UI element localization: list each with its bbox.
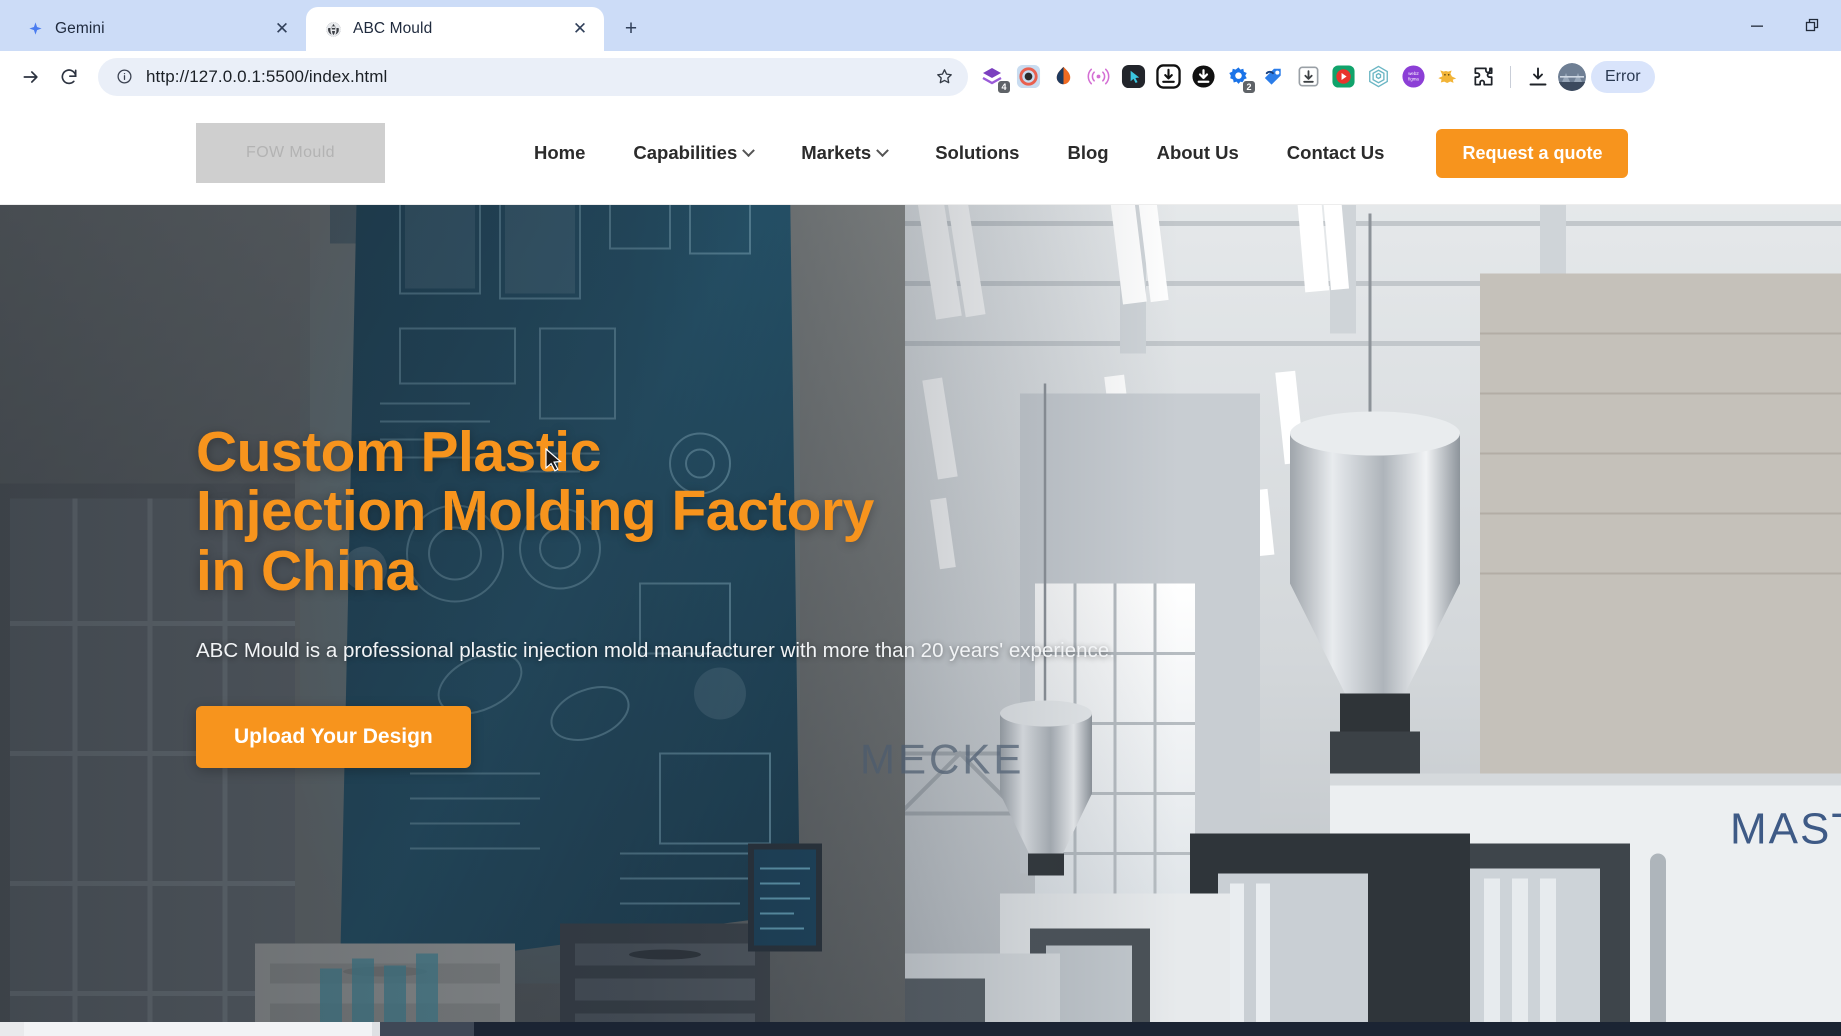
request-quote-button[interactable]: Request a quote	[1436, 128, 1629, 178]
tab-strip: Gemini ✕ ABC Mould ✕ +	[0, 0, 1841, 51]
nav-label: Solutions	[935, 142, 1020, 163]
extension-dark-cursor-icon[interactable]	[1118, 62, 1148, 92]
main-navigation: Home Capabilities Markets Solutions Blog	[510, 128, 1629, 178]
extension-teal-polygon-icon[interactable]	[1363, 62, 1393, 92]
nav-item-solutions[interactable]: Solutions	[911, 142, 1043, 164]
restore-icon[interactable]	[1785, 0, 1841, 51]
browser-tab-abc-mould[interactable]: ABC Mould ✕	[306, 7, 604, 51]
url-text[interactable]: http://127.0.0.1:5500/index.html	[146, 67, 920, 87]
extension-broadcast-waves-icon[interactable]	[1083, 62, 1113, 92]
close-icon[interactable]: ✕	[270, 17, 294, 41]
extension-green-play-icon[interactable]	[1328, 62, 1358, 92]
hero-section: MAST SYD	[0, 205, 1841, 1022]
mouse-cursor	[545, 447, 564, 479]
page-viewport: FOW Mould Home Capabilities Markets Solu…	[0, 102, 1841, 1022]
nav-item-capabilities[interactable]: Capabilities	[609, 142, 777, 164]
extension-video-downloader-icon[interactable]	[1153, 62, 1183, 92]
nav-item-blog[interactable]: Blog	[1043, 142, 1132, 164]
reload-icon[interactable]	[52, 60, 86, 94]
close-icon[interactable]: ✕	[568, 17, 592, 41]
browser-window: Gemini ✕ ABC Mould ✕ + http://127.0.0.1:…	[0, 0, 1841, 1022]
bookmark-star-icon[interactable]	[930, 63, 958, 91]
forward-arrow-icon[interactable]	[14, 60, 48, 94]
globe-icon	[324, 20, 343, 39]
svg-text:figma: figma	[1408, 76, 1419, 81]
tab-title: Gemini	[55, 20, 105, 37]
taskbar-window-preview[interactable]	[24, 1022, 372, 1036]
extension-download-arrow-icon[interactable]	[1188, 62, 1218, 92]
nav-label: Markets	[801, 142, 872, 163]
extension-badge: 2	[1242, 79, 1256, 94]
site-logo[interactable]: FOW Mould	[196, 123, 385, 183]
error-status-chip[interactable]: Error	[1591, 60, 1655, 93]
os-taskbar	[0, 1022, 1841, 1036]
browser-toolbar: http://127.0.0.1:5500/index.html 4 2 web…	[0, 51, 1841, 102]
nav-label: About Us	[1156, 142, 1239, 163]
chevron-down-icon	[742, 143, 756, 157]
browser-tab-gemini[interactable]: Gemini ✕	[8, 7, 306, 51]
nav-label: Capabilities	[633, 142, 738, 163]
nav-item-markets[interactable]: Markets	[777, 142, 911, 164]
taskbar-active-item[interactable]	[380, 1022, 474, 1036]
nav-item-contact-us[interactable]: Contact Us	[1263, 142, 1409, 164]
toolbar-divider	[1510, 65, 1511, 88]
extension-purple-layers-icon[interactable]: 4	[978, 62, 1011, 94]
site-info-icon[interactable]	[112, 65, 136, 89]
extension-badge: 4	[997, 79, 1011, 94]
extension-web2figma-icon[interactable]: web2 figma	[1398, 62, 1428, 92]
taskbar-segment-left	[0, 1022, 24, 1036]
profile-avatar[interactable]	[1558, 62, 1586, 91]
extension-yellow-cat-icon[interactable]	[1433, 62, 1463, 92]
hero-subtitle: ABC Mould is a professional plastic inje…	[196, 638, 1115, 662]
nav-label: Home	[534, 142, 586, 163]
hero-heading-line-3: in China	[196, 538, 417, 603]
extension-similarweb-drop-icon[interactable]	[1048, 62, 1078, 92]
window-controls	[1729, 0, 1841, 51]
address-bar[interactable]: http://127.0.0.1:5500/index.html	[98, 57, 968, 96]
nav-item-home[interactable]: Home	[510, 142, 609, 164]
extension-blue-tag-icon[interactable]	[1258, 62, 1288, 92]
minimize-icon[interactable]	[1729, 0, 1785, 51]
hero-content: Custom Plastic Injection Molding Factory…	[196, 420, 1115, 768]
upload-your-design-button[interactable]: Upload Your Design	[196, 705, 471, 768]
extension-grey-download-icon[interactable]	[1293, 62, 1323, 92]
gemini-sparkle-icon	[26, 20, 45, 39]
nav-item-about-us[interactable]: About Us	[1133, 142, 1263, 164]
hero-heading: Custom Plastic Injection Molding Factory…	[196, 420, 1115, 603]
hero-heading-line-1: Custom Plastic	[196, 420, 601, 484]
new-tab-button[interactable]: +	[614, 12, 648, 46]
extensions-tray: 4 2 web2 figma Error	[978, 60, 1833, 94]
hero-heading-line-2: Injection Molding Factory	[196, 479, 874, 544]
nav-label: Contact Us	[1286, 142, 1385, 163]
site-header: FOW Mould Home Capabilities Markets Solu…	[0, 102, 1841, 205]
extension-colorzilla-ring-icon[interactable]	[1013, 62, 1043, 92]
taskbar-segment-right	[474, 1022, 1841, 1036]
puzzle-piece-icon[interactable]	[1468, 62, 1498, 92]
chevron-down-icon	[876, 143, 890, 157]
tab-title: ABC Mould	[353, 20, 433, 37]
nav-label: Blog	[1067, 142, 1109, 163]
downloads-icon[interactable]	[1523, 62, 1553, 92]
taskbar-segment-gap	[372, 1022, 380, 1036]
extension-blue-gear-icon[interactable]: 2	[1223, 62, 1256, 94]
